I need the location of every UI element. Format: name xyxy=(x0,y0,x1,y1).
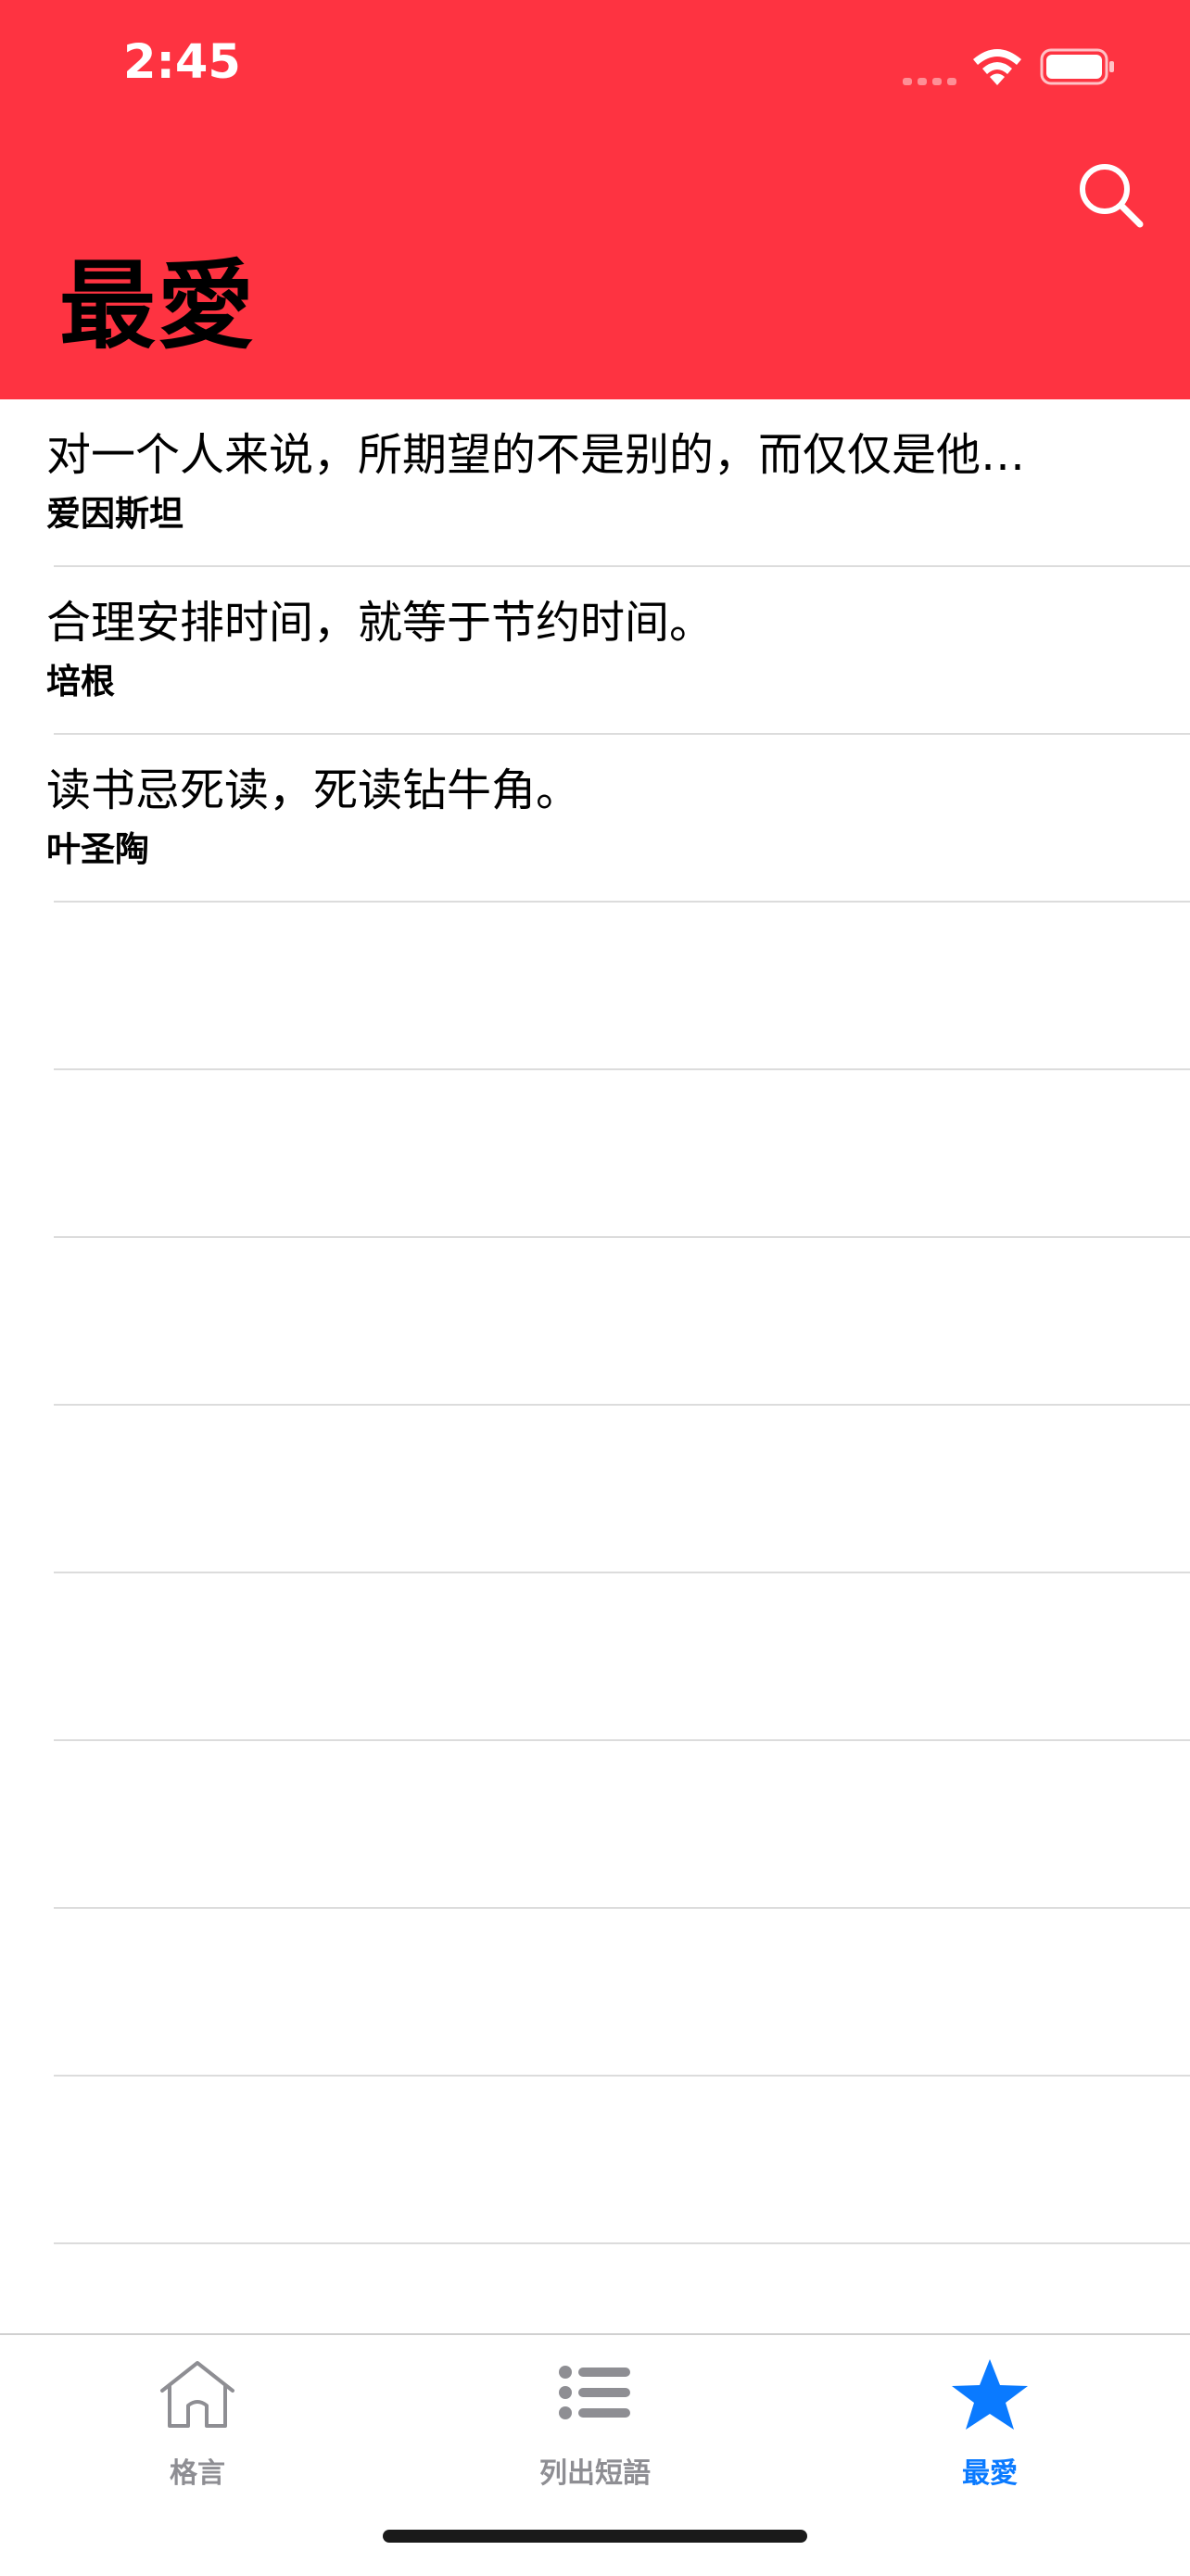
quote-author: 爱因斯坦 xyxy=(46,494,184,534)
tab-label: 格言 xyxy=(170,2457,225,2490)
empty-row xyxy=(54,1238,1190,1406)
house-icon xyxy=(160,2361,234,2428)
cellular-signal-icon xyxy=(903,78,956,85)
tab-favorites[interactable]: 最愛 xyxy=(851,2335,1129,2490)
navigation-header: 2:45 最愛 xyxy=(0,0,1190,399)
quote-author: 叶圣陶 xyxy=(46,829,149,869)
list-icon xyxy=(559,2366,630,2419)
empty-row xyxy=(54,1741,1190,1909)
status-time: 2:45 xyxy=(123,35,241,90)
tab-label: 列出短語 xyxy=(539,2457,651,2490)
home-indicator xyxy=(383,2530,807,2543)
list-item[interactable]: 对一个人来说，所期望的不是别的，而仅仅是他… 爱因斯坦 xyxy=(46,399,1190,567)
search-icon[interactable] xyxy=(1071,156,1151,235)
list-item[interactable]: 合理安排时间，就等于节约时间。 培根 xyxy=(46,567,1190,735)
wifi-icon xyxy=(973,49,1021,85)
page-title: 最愛 xyxy=(59,249,257,362)
empty-row xyxy=(54,1070,1190,1238)
empty-row xyxy=(54,903,1190,1070)
quote-author: 培根 xyxy=(46,662,115,701)
tab-phrase-list[interactable]: 列出短語 xyxy=(456,2335,734,2490)
quote-text: 读书忌死读，死读钻牛角。 xyxy=(46,764,581,816)
tab-quotes[interactable]: 格言 xyxy=(58,2335,336,2490)
empty-row xyxy=(54,1573,1190,1741)
battery-icon xyxy=(1040,48,1114,85)
tab-label: 最愛 xyxy=(962,2457,1018,2490)
list-item[interactable]: 读书忌死读，死读钻牛角。 叶圣陶 xyxy=(46,735,1190,903)
empty-row xyxy=(54,1406,1190,1573)
star-icon xyxy=(952,2359,1028,2430)
empty-row xyxy=(54,1909,1190,2077)
quote-text: 对一个人来说，所期望的不是别的，而仅仅是他… xyxy=(46,429,1026,481)
favorites-list: 对一个人来说，所期望的不是别的，而仅仅是他… 爱因斯坦 合理安排时间，就等于节约… xyxy=(0,399,1190,2244)
quote-text: 合理安排时间，就等于节约时间。 xyxy=(46,597,715,649)
empty-row xyxy=(54,2077,1190,2244)
